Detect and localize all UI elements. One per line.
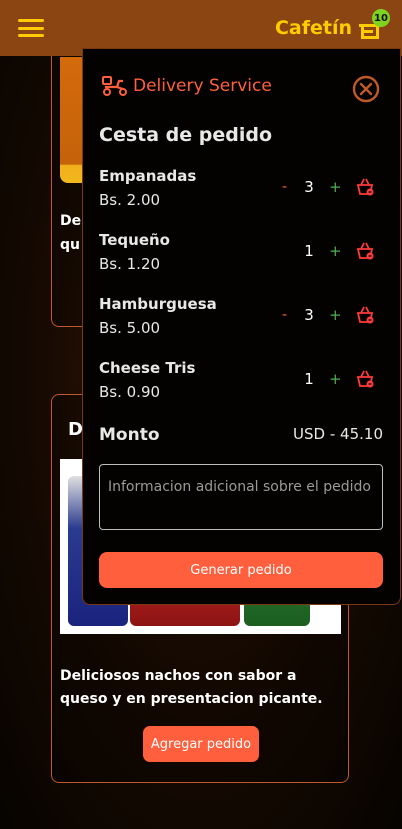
increase-qty-button[interactable]: + — [329, 242, 342, 260]
panel-header: Delivery Service — [101, 75, 272, 97]
cart-count-badge: 10 — [372, 9, 390, 27]
increase-qty-button[interactable]: + — [329, 178, 342, 196]
item-qty: 3 — [304, 306, 314, 324]
amount-value: USD - 45.10 — [293, 425, 383, 443]
list-item: Hamburguesa Bs. 5.00 - 3 + — [99, 295, 387, 343]
delivery-panel: Delivery Service Cesta de pedido Empanad… — [82, 48, 401, 605]
add-order-button[interactable]: Agregar pedido — [143, 726, 259, 762]
product-image — [60, 57, 84, 183]
item-qty: 3 — [304, 178, 314, 196]
item-price: Bs. 2.00 — [99, 191, 161, 209]
item-price: Bs. 5.00 — [99, 319, 161, 337]
delivery-scooter-icon — [102, 76, 127, 96]
additional-info-input[interactable] — [99, 464, 383, 530]
item-name: Cheese Tris — [99, 359, 196, 377]
item-qty: 1 — [304, 370, 314, 388]
item-name: Empanadas — [99, 167, 197, 185]
item-name: Tequeño — [99, 231, 170, 249]
decrease-qty-button[interactable]: - — [282, 179, 287, 195]
brand: Cafetín 10 — [274, 9, 390, 40]
product-description: Deliciosos nachos con sabor a queso y en… — [60, 668, 323, 707]
decrease-qty-button[interactable]: - — [282, 307, 287, 323]
basket-remove-icon[interactable] — [355, 305, 375, 325]
basket-remove-icon[interactable] — [355, 369, 375, 389]
list-item: Cheese Tris Bs. 0.90 1 + — [99, 359, 387, 407]
increase-qty-button[interactable]: + — [329, 306, 342, 324]
item-price: Bs. 0.90 — [99, 383, 161, 401]
basket-remove-icon[interactable] — [355, 241, 375, 261]
item-qty: 1 — [304, 242, 314, 260]
brand-name: Cafetín — [274, 17, 352, 39]
item-price: Bs. 1.20 — [99, 255, 161, 273]
panel-title: Delivery Service — [133, 76, 272, 96]
increase-qty-button[interactable]: + — [329, 370, 342, 388]
cart-button[interactable]: 10 — [358, 9, 390, 40]
amount-label: Monto — [99, 425, 160, 445]
close-circle-icon — [352, 75, 380, 103]
product-title: D — [68, 419, 83, 440]
hamburger-icon[interactable] — [18, 19, 44, 37]
list-item: Empanadas Bs. 2.00 - 3 + — [99, 167, 387, 215]
item-name: Hamburguesa — [99, 295, 217, 313]
basket-title: Cesta de pedido — [99, 124, 273, 146]
close-panel-button[interactable] — [352, 75, 380, 103]
list-item: Tequeño Bs. 1.20 1 + — [99, 231, 387, 279]
generate-order-button[interactable]: Generar pedido — [99, 552, 383, 588]
basket-remove-icon[interactable] — [355, 177, 375, 197]
